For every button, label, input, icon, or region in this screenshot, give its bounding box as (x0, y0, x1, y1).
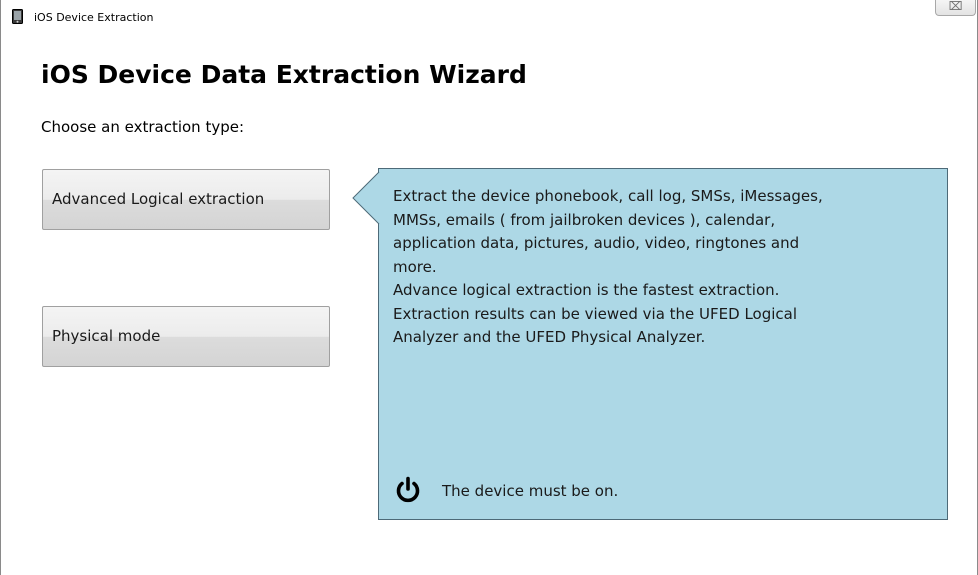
wizard-heading: iOS Device Data Extraction Wizard (41, 60, 527, 89)
phone-icon (12, 9, 23, 24)
extraction-description: Extract the device phonebook, call log, … (393, 185, 941, 350)
device-power-note: The device must be on. (442, 482, 619, 500)
extraction-window: iOS Device Extraction ⌧ iOS Device Data … (0, 0, 978, 575)
close-icon: ⌧ (948, 0, 963, 13)
description-line: MMSs, emails ( from jailbroken devices )… (393, 210, 776, 229)
description-line: application data, pictures, audio, video… (393, 234, 800, 252)
description-line: more. (393, 257, 437, 276)
title-bar: iOS Device Extraction ⌧ (1, 0, 977, 30)
extraction-type-prompt: Choose an extraction type: (41, 118, 245, 136)
physical-mode-button[interactable]: Physical mode (42, 306, 330, 367)
power-icon (396, 476, 420, 503)
description-line: Extraction results can be viewed via the… (393, 304, 798, 323)
description-line: Advance logical extraction is the fastes… (393, 281, 780, 299)
description-line: Analyzer and the UFED Physical Analyzer. (393, 328, 706, 346)
description-line: Extract the device phonebook, call log, … (393, 187, 823, 205)
panel-pointer (352, 171, 380, 225)
window-title: iOS Device Extraction (34, 11, 154, 24)
close-button[interactable]: ⌧ (935, 0, 976, 16)
advanced-logical-extraction-button[interactable]: Advanced Logical extraction (42, 169, 330, 230)
